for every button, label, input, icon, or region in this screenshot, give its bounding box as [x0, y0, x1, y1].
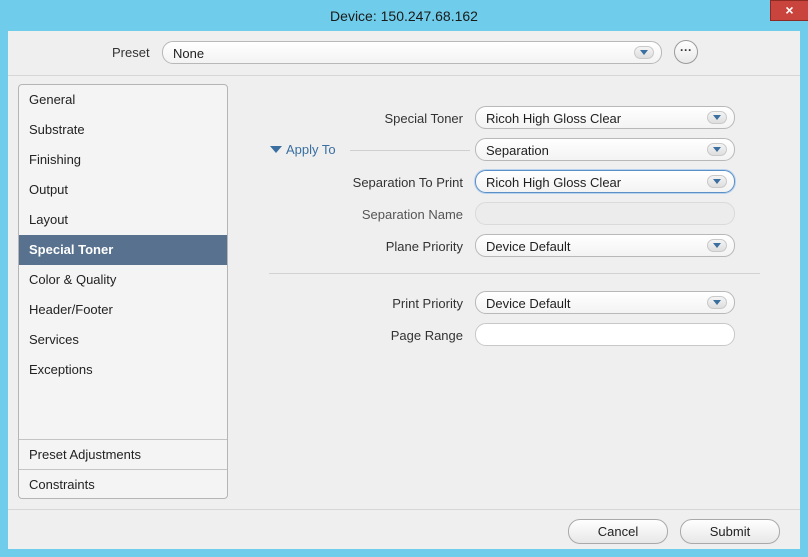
- plane-priority-select[interactable]: Device Default: [475, 234, 735, 257]
- title-bar[interactable]: Device: 150.247.68.162 ×: [0, 0, 808, 31]
- page-range-input[interactable]: [475, 323, 735, 346]
- chevron-down-icon: [707, 296, 727, 309]
- sidebar-item-exceptions[interactable]: Exceptions: [19, 355, 227, 385]
- chevron-down-icon: [707, 239, 727, 252]
- cancel-button[interactable]: Cancel: [568, 519, 668, 544]
- chevron-down-icon: [707, 175, 727, 188]
- sidebar-item-substrate[interactable]: Substrate: [19, 115, 227, 145]
- special-toner-panel: Special Toner Ricoh High Gloss Clear App…: [238, 84, 790, 499]
- sidebar-item-output[interactable]: Output: [19, 175, 227, 205]
- plane-priority-label: Plane Priority: [385, 239, 463, 254]
- sidebar-item-layout[interactable]: Layout: [19, 205, 227, 235]
- separation-to-print-select[interactable]: Ricoh High Gloss Clear: [475, 170, 735, 193]
- dialog-window: Device: 150.247.68.162 × Preset None ···…: [0, 0, 808, 557]
- apply-to-value: Separation: [486, 143, 549, 158]
- preset-row: Preset None ···: [8, 31, 800, 75]
- preset-more-button[interactable]: ···: [674, 40, 698, 64]
- sidebar-item-general[interactable]: General: [19, 85, 227, 115]
- special-toner-select[interactable]: Ricoh High Gloss Clear: [475, 106, 735, 129]
- special-toner-value: Ricoh High Gloss Clear: [486, 111, 622, 126]
- print-priority-select[interactable]: Device Default: [475, 291, 735, 314]
- preset-value: None: [173, 46, 205, 61]
- sidebar-item-special-toner[interactable]: Special Toner: [19, 235, 227, 265]
- dialog-body: Preset None ··· General Substrate Finish…: [8, 31, 800, 549]
- window-title: Device: 150.247.68.162: [330, 8, 478, 24]
- disclosure-triangle-icon: [270, 146, 282, 153]
- preset-label: Preset: [112, 45, 150, 60]
- apply-to-select[interactable]: Separation: [475, 138, 735, 161]
- separation-to-print-value: Ricoh High Gloss Clear: [486, 175, 622, 190]
- sidebar-item-preset-adjustments[interactable]: Preset Adjustments: [19, 440, 227, 470]
- submit-button[interactable]: Submit: [680, 519, 780, 544]
- section-divider: [269, 273, 760, 274]
- header-divider: [8, 75, 800, 76]
- close-icon: ×: [785, 2, 794, 18]
- separation-name-label: Separation Name: [361, 207, 463, 222]
- apply-to-rule: [350, 150, 470, 151]
- preset-select[interactable]: None: [162, 41, 662, 64]
- chevron-down-icon: [634, 46, 654, 59]
- apply-to-label: Apply To: [286, 142, 336, 157]
- separation-to-print-label: Separation To Print: [352, 175, 463, 190]
- plane-priority-value: Device Default: [486, 239, 571, 254]
- sidebar-item-finishing[interactable]: Finishing: [19, 145, 227, 175]
- sidebar-item-header-footer[interactable]: Header/Footer: [19, 295, 227, 325]
- sidebar: General Substrate Finishing Output Layou…: [18, 84, 228, 499]
- separation-name-field: [475, 202, 735, 225]
- print-priority-label: Print Priority: [392, 296, 463, 311]
- footer-divider: [8, 509, 800, 510]
- more-icon: ···: [680, 43, 692, 57]
- page-range-label: Page Range: [390, 328, 463, 343]
- special-toner-label: Special Toner: [384, 111, 463, 126]
- chevron-down-icon: [707, 143, 727, 156]
- apply-to-toggle[interactable]: Apply To: [270, 142, 336, 157]
- close-button[interactable]: ×: [770, 0, 808, 21]
- sidebar-item-color-quality[interactable]: Color & Quality: [19, 265, 227, 295]
- chevron-down-icon: [707, 111, 727, 124]
- print-priority-value: Device Default: [486, 296, 571, 311]
- sidebar-item-constraints[interactable]: Constraints: [19, 470, 227, 498]
- sidebar-item-services[interactable]: Services: [19, 325, 227, 355]
